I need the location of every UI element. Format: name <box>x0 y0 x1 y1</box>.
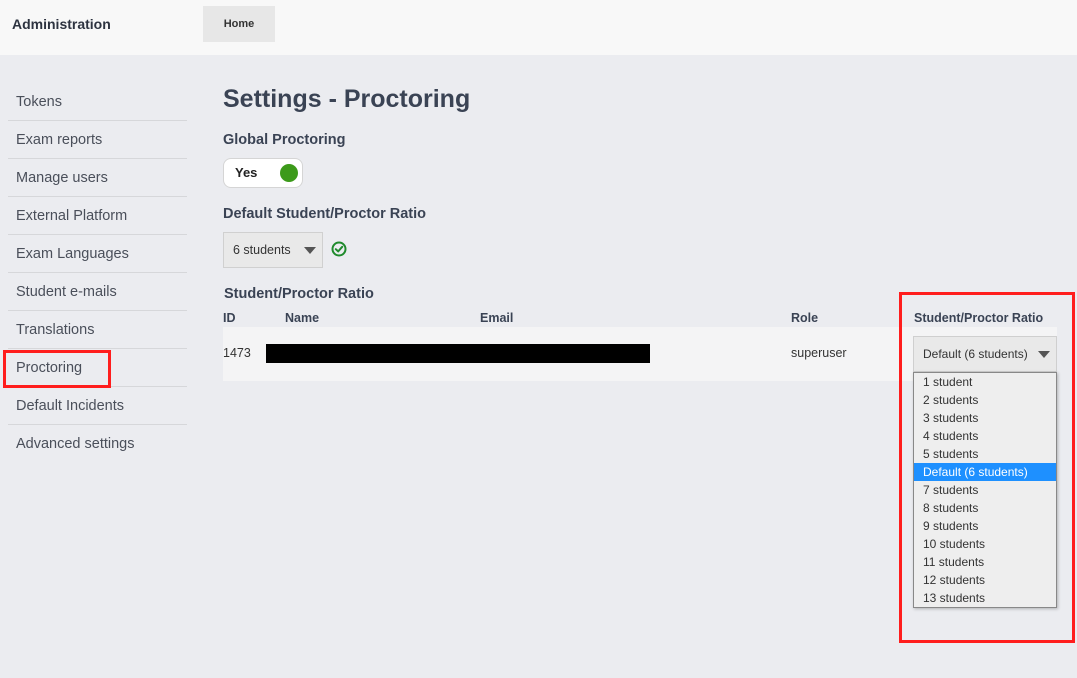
sidebar-item-external-platform[interactable]: External Platform <box>8 197 187 235</box>
row-role: superuser <box>791 346 847 360</box>
sidebar-item-manage-users[interactable]: Manage users <box>8 159 187 197</box>
sidebar: Tokens Exam reports Manage users Externa… <box>8 83 187 462</box>
proctoring-highlight-box <box>3 350 111 388</box>
toggle-knob <box>280 164 298 182</box>
sidebar-item-default-incidents[interactable]: Default Incidents <box>8 387 187 425</box>
default-ratio-select[interactable]: 6 students <box>223 232 323 268</box>
ratio-column-highlight-box <box>899 292 1075 643</box>
sidebar-item-translations[interactable]: Translations <box>8 311 187 349</box>
toggle-value: Yes <box>235 165 258 180</box>
column-header-id: ID <box>223 311 236 325</box>
redacted-name-email <box>266 344 650 363</box>
sidebar-item-advanced-settings[interactable]: Advanced settings <box>8 425 187 462</box>
column-header-name: Name <box>285 311 320 325</box>
tab-home[interactable]: Home <box>203 6 275 42</box>
column-header-email: Email <box>480 311 514 325</box>
default-ratio-value: 6 students <box>233 243 291 257</box>
chevron-down-icon <box>304 247 316 254</box>
default-ratio-label: Default Student/Proctor Ratio <box>223 206 427 222</box>
sidebar-item-exam-reports[interactable]: Exam reports <box>8 121 187 159</box>
sidebar-item-tokens[interactable]: Tokens <box>8 83 187 121</box>
global-proctoring-label: Global Proctoring <box>223 132 346 148</box>
app-title: Administration <box>12 16 111 32</box>
ratio-table-label: Student/Proctor Ratio <box>224 286 374 302</box>
row-id: 1473 <box>223 346 251 360</box>
sidebar-item-student-emails[interactable]: Student e-mails <box>8 273 187 311</box>
global-proctoring-toggle[interactable]: Yes <box>223 158 303 188</box>
column-header-role: Role <box>791 311 819 325</box>
check-circle-icon <box>331 241 347 257</box>
top-bar: Administration Home <box>0 0 1077 55</box>
page-title: Settings - Proctoring <box>223 85 471 113</box>
sidebar-item-exam-languages[interactable]: Exam Languages <box>8 235 187 273</box>
